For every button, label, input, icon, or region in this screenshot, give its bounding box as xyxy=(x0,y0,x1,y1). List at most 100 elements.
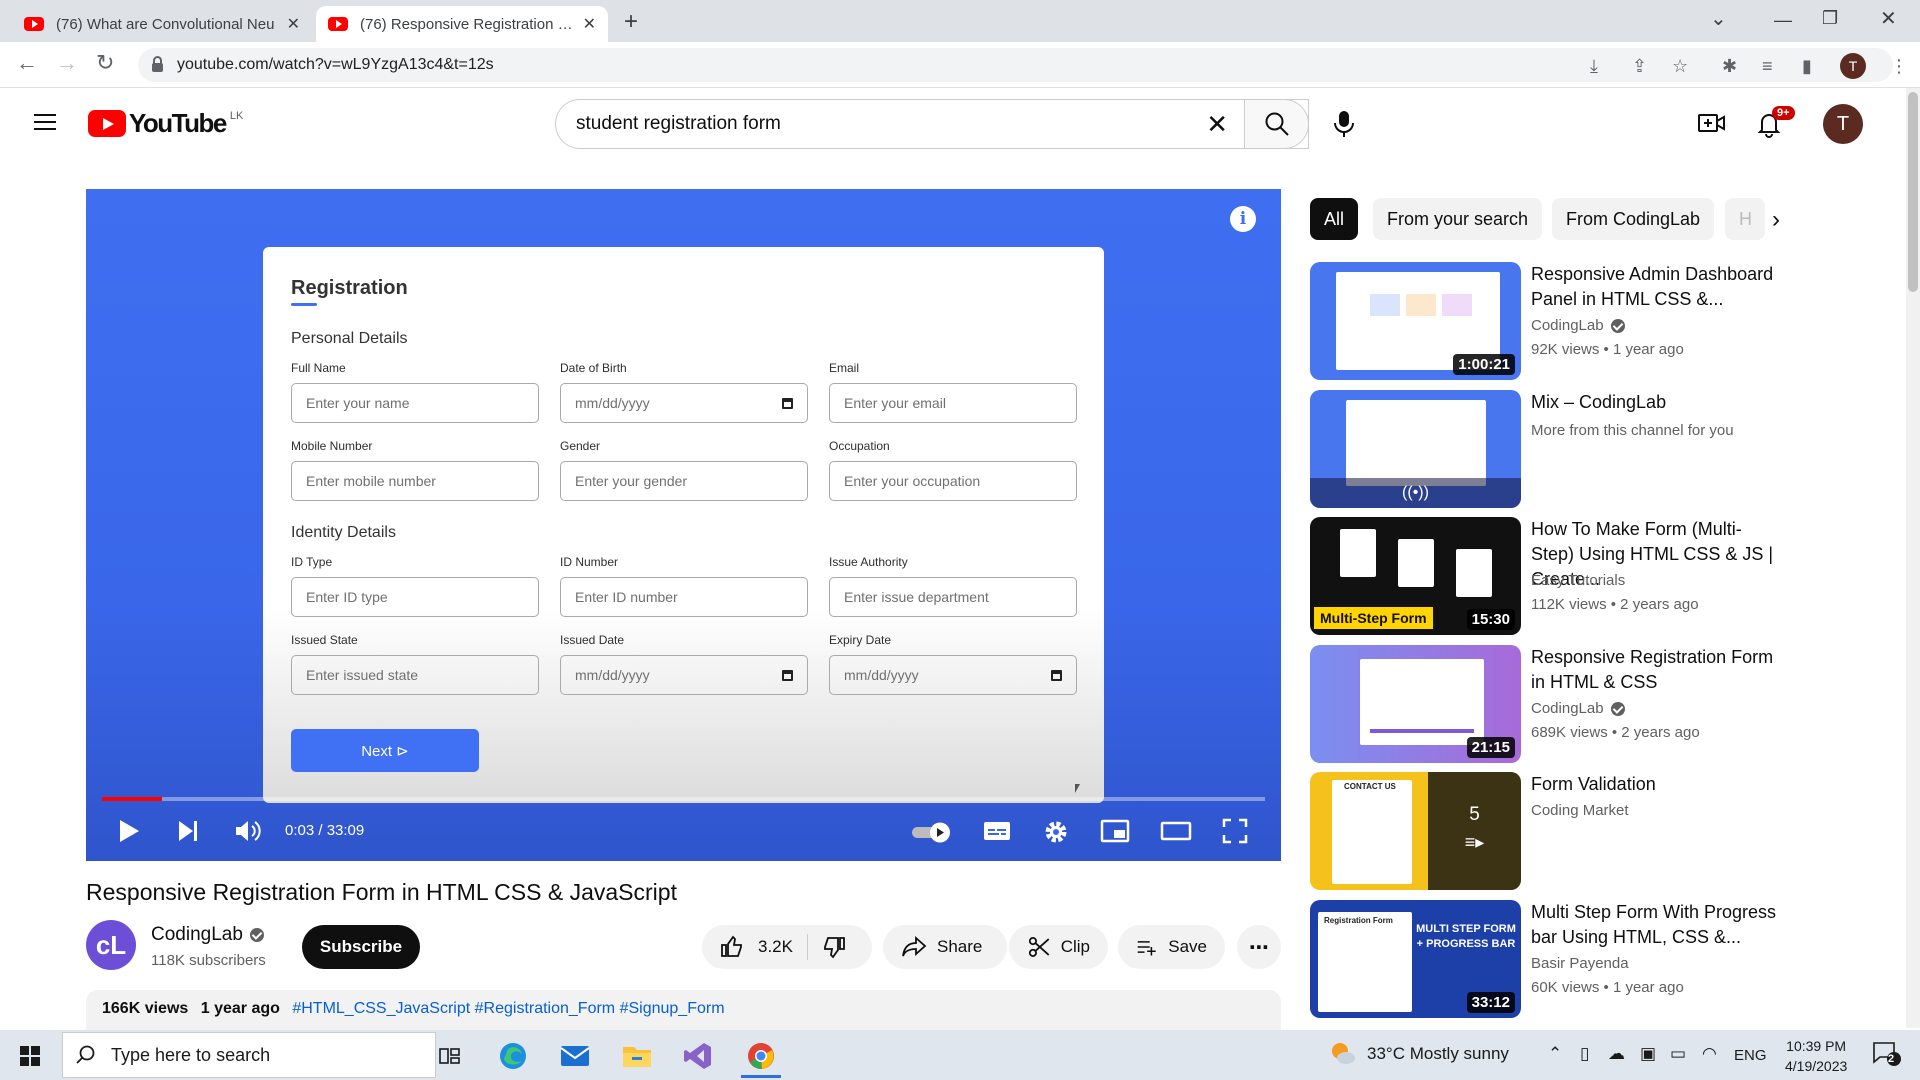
browser-tab[interactable]: (76) What are Convolutional Neu ✕ xyxy=(12,6,312,42)
voice-search-mic-icon[interactable] xyxy=(1331,109,1357,144)
guide-menu-icon[interactable] xyxy=(34,114,56,130)
theater-mode-icon[interactable] xyxy=(1160,818,1192,849)
hashtags[interactable]: #HTML_CSS_JavaScript #Registration_Form … xyxy=(292,1000,724,1017)
autoplay-toggle[interactable] xyxy=(910,820,956,849)
bookmark-star-icon[interactable]: ☆ xyxy=(1672,56,1688,77)
taskbar-search-input[interactable]: Type here to search xyxy=(62,1032,436,1078)
file-explorer-icon[interactable] xyxy=(620,1039,654,1073)
recommendation-item[interactable]: 1:00:21 Responsive Admin Dashboard Panel… xyxy=(1310,262,1780,380)
create-video-icon[interactable] xyxy=(1697,110,1727,141)
restore-button[interactable]: ❐ xyxy=(1822,8,1838,29)
clip-button[interactable]: Clip xyxy=(1009,925,1108,969)
edge-browser-icon[interactable] xyxy=(496,1039,530,1073)
share-page-icon[interactable]: ⇪ xyxy=(1632,56,1647,77)
install-icon[interactable]: ⤓ xyxy=(1590,56,1598,77)
recommendation-item[interactable]: ((•)) Mix – CodingLab More from this cha… xyxy=(1310,390,1780,508)
clear-search-icon[interactable]: ✕ xyxy=(1206,109,1228,140)
recommendation-channel[interactable]: Easy Tutorials xyxy=(1531,572,1625,589)
recommendation-channel[interactable]: CodingLab xyxy=(1531,700,1625,717)
subscribe-button[interactable]: Subscribe xyxy=(302,925,420,969)
thumbs-down-icon[interactable] xyxy=(822,935,846,959)
battery-icon[interactable]: ▭ xyxy=(1670,1044,1686,1064)
taskbar-clock[interactable]: 10:39 PM 4/19/2023 xyxy=(1785,1036,1847,1076)
subtitles-icon[interactable] xyxy=(982,818,1012,849)
field-placeholder: mm/dd/yyyy xyxy=(575,395,650,411)
channel-name[interactable]: CodingLab xyxy=(151,924,264,946)
chip-all[interactable]: All xyxy=(1310,198,1359,240)
notification-center-icon[interactable] xyxy=(1872,1040,1902,1073)
media-queue-icon[interactable]: ≡ xyxy=(1762,56,1773,77)
miniplayer-icon[interactable] xyxy=(1100,818,1130,849)
side-panel-icon[interactable]: ▮ xyxy=(1802,56,1812,77)
play-icon[interactable] xyxy=(117,818,141,849)
chip-from-search[interactable]: From your search xyxy=(1373,198,1543,240)
recommendation-item[interactable]: Multi-Step Form 15:30 How To Make Form (… xyxy=(1310,517,1780,635)
wifi-icon[interactable]: ◠ xyxy=(1702,1044,1717,1064)
mix-thumbnail[interactable]: ((•)) xyxy=(1310,390,1521,508)
chip-partial[interactable]: H xyxy=(1725,198,1765,240)
recommendation-title[interactable]: Form Validation xyxy=(1531,772,1781,797)
video-thumbnail[interactable]: 1:00:21 xyxy=(1310,262,1521,380)
omnibox[interactable]: youtube.com/watch?v=wL9YzgA13c4&t=12s xyxy=(138,48,1893,82)
visual-studio-icon[interactable] xyxy=(681,1039,715,1073)
close-tab-icon[interactable]: ✕ xyxy=(583,14,596,34)
save-button[interactable]: Save xyxy=(1118,925,1225,969)
video-progress-bar[interactable] xyxy=(102,797,1265,801)
recommendation-item[interactable]: 21:15 Responsive Registration Form in HT… xyxy=(1310,645,1780,763)
recommendation-title[interactable]: Mix – CodingLab xyxy=(1531,390,1781,415)
windows-start-icon[interactable] xyxy=(20,1046,40,1066)
recommendation-channel[interactable]: Basir Payenda xyxy=(1531,955,1629,972)
browser-menu-kebab-icon[interactable]: ⋮ xyxy=(1890,56,1908,77)
fullscreen-icon[interactable] xyxy=(1222,818,1248,849)
video-thumbnail[interactable]: 21:15 xyxy=(1310,645,1521,763)
share-button[interactable]: Share xyxy=(883,925,1007,969)
channel-avatar[interactable]: cL xyxy=(86,920,136,970)
field-label: Issue Authority xyxy=(829,555,908,569)
info-icon[interactable]: i xyxy=(1230,206,1256,232)
recommendation-item[interactable]: Registration Form MULTI STEP FORM + PROG… xyxy=(1310,900,1780,1018)
chip-from-codinglab[interactable]: From CodingLab xyxy=(1552,198,1715,240)
recommendation-title[interactable]: Responsive Registration Form in HTML & C… xyxy=(1531,645,1781,695)
video-thumbnail[interactable]: Registration Form MULTI STEP FORM + PROG… xyxy=(1310,900,1521,1018)
playlist-thumbnail[interactable]: CONTACT US 5 ≡▸ xyxy=(1310,772,1521,890)
weather-sun-icon[interactable] xyxy=(1328,1040,1356,1071)
tray-display-icon[interactable]: ▣ xyxy=(1640,1044,1656,1064)
settings-gear-icon[interactable] xyxy=(1042,818,1070,851)
scrollbar-thumb[interactable] xyxy=(1908,92,1918,292)
browser-profile-avatar[interactable]: T xyxy=(1840,53,1866,79)
video-thumbnail[interactable]: Multi-Step Form 15:30 xyxy=(1310,517,1521,635)
recommendation-channel[interactable]: CodingLab xyxy=(1531,317,1625,334)
onedrive-cloud-icon[interactable]: ☁ xyxy=(1608,1044,1625,1064)
tab-search-chevron-icon[interactable]: ⌄ xyxy=(1710,6,1727,31)
chip-scroll-right-chevron-icon[interactable]: › xyxy=(1772,206,1780,234)
like-button[interactable]: 3.2K xyxy=(720,935,793,959)
new-tab-button[interactable]: + xyxy=(624,8,638,36)
playlist-count-overlay: 5 ≡▸ xyxy=(1428,772,1521,890)
close-window-button[interactable]: ✕ xyxy=(1880,6,1897,31)
recommendation-channel[interactable]: Coding Market xyxy=(1531,802,1629,819)
tray-app-icon[interactable]: ▯ xyxy=(1580,1044,1589,1064)
forward-arrow-icon[interactable]: → xyxy=(56,50,78,76)
search-input[interactable]: student registration form ✕ xyxy=(555,99,1309,149)
extensions-puzzle-icon[interactable]: ✱ xyxy=(1722,56,1737,77)
recommendation-item[interactable]: CONTACT US 5 ≡▸ Form Validation Coding M… xyxy=(1310,772,1780,890)
back-arrow-icon[interactable]: ← xyxy=(16,50,38,76)
task-view-icon[interactable] xyxy=(433,1039,467,1073)
weather-text[interactable]: 33°C Mostly sunny xyxy=(1367,1044,1509,1064)
language-indicator[interactable]: ENG xyxy=(1734,1047,1767,1064)
recommendation-title[interactable]: Multi Step Form With Progress bar Using … xyxy=(1531,900,1781,950)
next-video-icon[interactable] xyxy=(176,818,200,849)
volume-icon[interactable] xyxy=(234,818,262,849)
minimize-button[interactable]: — xyxy=(1774,10,1792,31)
more-actions-icon[interactable]: ⋯ xyxy=(1237,925,1281,969)
youtube-logo[interactable]: YouTube LK xyxy=(88,108,243,139)
chrome-icon[interactable] xyxy=(744,1039,778,1073)
mail-icon[interactable] xyxy=(558,1039,592,1073)
close-tab-icon[interactable]: ✕ xyxy=(287,14,300,34)
recommendation-title[interactable]: Responsive Admin Dashboard Panel in HTML… xyxy=(1531,262,1781,312)
reload-icon[interactable]: ↻ xyxy=(96,50,114,76)
browser-tab-active[interactable]: (76) Responsive Registration Forr ✕ xyxy=(316,6,608,42)
search-button[interactable] xyxy=(1244,99,1309,149)
account-avatar[interactable]: T xyxy=(1823,104,1863,144)
show-hidden-icons-chevron-icon[interactable]: ⌃ xyxy=(1548,1044,1562,1064)
